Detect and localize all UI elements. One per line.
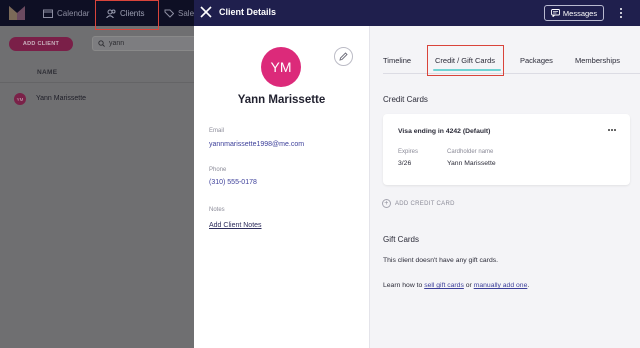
gift-cards-help-text: Learn how to sell gift cards or manually… — [383, 282, 529, 289]
credit-card-title: Visa ending in 4242 (Default) — [398, 128, 491, 135]
nav-sales[interactable]: Sales — [164, 0, 198, 26]
tag-icon — [164, 9, 174, 18]
expires-value: 3/26 — [398, 160, 412, 167]
cardholder-value: Yann Marissette — [447, 160, 496, 167]
app-logo-icon — [9, 6, 25, 20]
email-value[interactable]: yannmarissette1998@me.com — [209, 141, 304, 148]
nav-clients[interactable]: Clients — [106, 0, 144, 26]
users-icon — [106, 9, 116, 18]
client-name: Yann Marissette — [237, 94, 326, 106]
tab-timeline[interactable]: Timeline — [383, 56, 411, 65]
calendar-icon — [43, 9, 53, 18]
manually-add-link[interactable]: manually add one — [474, 282, 528, 289]
card-more-options-icon[interactable] — [606, 126, 618, 134]
search-value: yann — [109, 40, 125, 47]
table-row-name[interactable]: Yann Marissette — [36, 95, 86, 102]
nav-calendar-label: Calendar — [57, 8, 90, 18]
tab-credit-gift-cards[interactable]: Credit / Gift Cards — [435, 56, 495, 65]
email-label: Email — [209, 128, 225, 134]
more-options-icon[interactable] — [614, 5, 628, 21]
credit-card-item — [383, 114, 630, 185]
add-client-button[interactable]: ADD CLIENT — [9, 37, 73, 51]
pencil-icon — [339, 52, 348, 61]
gift-cards-empty-message: This client doesn't have any gift cards. — [383, 257, 499, 264]
modal-title: Client Details — [219, 7, 277, 17]
expires-label: Expires — [398, 149, 419, 155]
sell-gift-cards-link[interactable]: sell gift cards — [424, 282, 464, 289]
add-credit-card-button[interactable]: + ADD CREDIT CARD — [382, 199, 455, 208]
phone-value[interactable]: (310) 555-0178 — [209, 179, 257, 186]
client-avatar: YM — [261, 47, 301, 87]
learn-prefix: Learn how to — [383, 282, 425, 289]
learn-middle: or — [463, 282, 474, 289]
phone-label: Phone — [209, 167, 227, 173]
learn-suffix: . — [527, 282, 530, 289]
avatar: YM — [14, 93, 26, 105]
search-icon — [98, 40, 105, 47]
close-icon[interactable] — [200, 6, 212, 18]
cardholder-label: Cardholder name — [447, 149, 494, 155]
add-client-notes-link[interactable]: Add Client Notes — [209, 222, 262, 229]
column-header-name[interactable]: NAME — [37, 69, 57, 76]
notes-label: Notes — [209, 207, 225, 213]
tab-memberships[interactable]: Memberships — [575, 56, 620, 65]
gift-cards-heading: Gift Cards — [383, 235, 420, 244]
tabs-divider — [383, 73, 640, 74]
table-divider — [0, 82, 195, 83]
messages-button[interactable]: Messages — [544, 5, 604, 21]
nav-calendar[interactable]: Calendar — [43, 0, 89, 26]
messages-label: Messages — [562, 8, 598, 18]
client-search-input[interactable]: yann — [92, 36, 202, 51]
plus-circle-icon: + — [382, 199, 391, 208]
add-credit-card-label: ADD CREDIT CARD — [395, 200, 455, 207]
tab-packages[interactable]: Packages — [520, 56, 553, 65]
credit-cards-heading: Credit Cards — [383, 95, 428, 104]
edit-client-button[interactable] — [334, 47, 353, 66]
chat-icon — [550, 9, 560, 17]
client-details-pane — [369, 26, 640, 348]
nav-clients-label: Clients — [120, 8, 145, 18]
active-tab-indicator — [433, 69, 501, 71]
